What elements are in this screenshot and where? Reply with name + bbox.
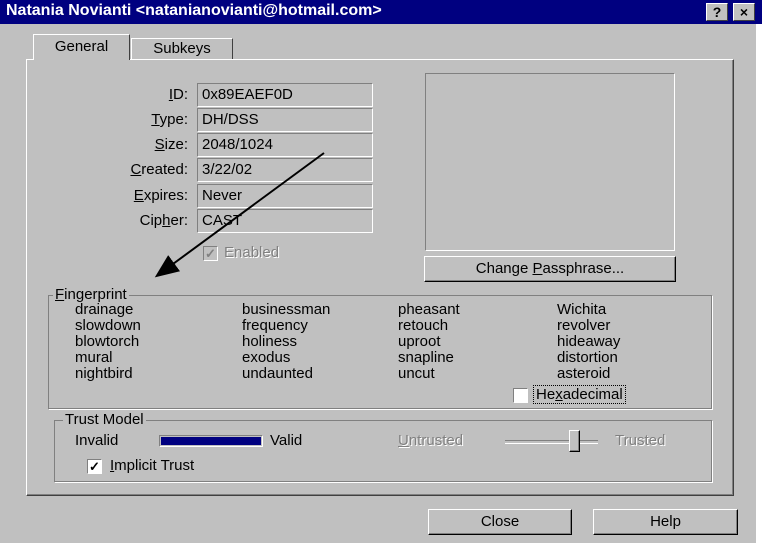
tab-general-label: General (54, 38, 109, 55)
annotation-arrow (154, 152, 325, 278)
arrow-line (154, 152, 325, 278)
tab-general[interactable]: General (33, 34, 130, 60)
